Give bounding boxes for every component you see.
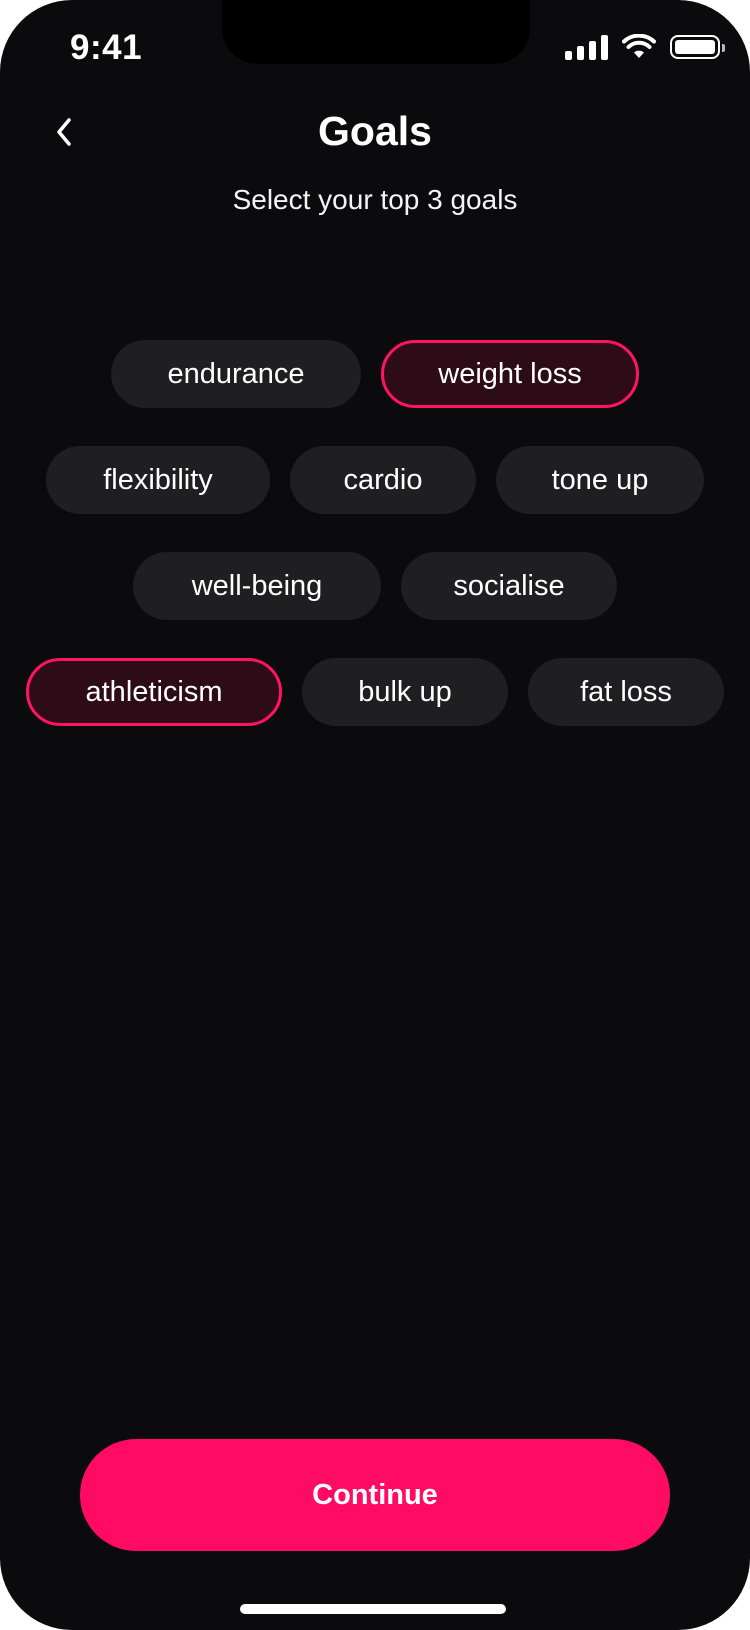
goal-chip-athleticism[interactable]: athleticism bbox=[26, 658, 282, 726]
goal-chip-well-being[interactable]: well-being bbox=[133, 552, 381, 620]
status-time: 9:41 bbox=[70, 28, 143, 67]
page-title: Goals bbox=[318, 108, 432, 154]
goal-chip-weight-loss[interactable]: weight loss bbox=[381, 340, 639, 408]
goal-chip-flexibility[interactable]: flexibility bbox=[46, 446, 270, 514]
continue-button[interactable]: Continue bbox=[80, 1439, 670, 1551]
home-indicator bbox=[240, 1604, 506, 1614]
notch bbox=[222, 0, 530, 64]
goal-chip-fat-loss[interactable]: fat loss bbox=[528, 658, 724, 726]
goal-chip-bulk-up[interactable]: bulk up bbox=[302, 658, 508, 726]
goal-chip-endurance[interactable]: endurance bbox=[111, 340, 361, 408]
wifi-icon bbox=[622, 34, 656, 58]
goal-chip-tone-up[interactable]: tone up bbox=[496, 446, 704, 514]
page-subtitle: Select your top 3 goals bbox=[232, 184, 518, 215]
goal-chip-socialise[interactable]: socialise bbox=[401, 552, 617, 620]
phone-screen: 9:41 Goals Select your top 3 goals endur… bbox=[0, 0, 750, 1630]
battery-icon bbox=[670, 35, 725, 59]
goal-chip-cardio[interactable]: cardio bbox=[290, 446, 476, 514]
cellular-signal-icon bbox=[565, 34, 608, 60]
status-icons bbox=[565, 34, 725, 60]
